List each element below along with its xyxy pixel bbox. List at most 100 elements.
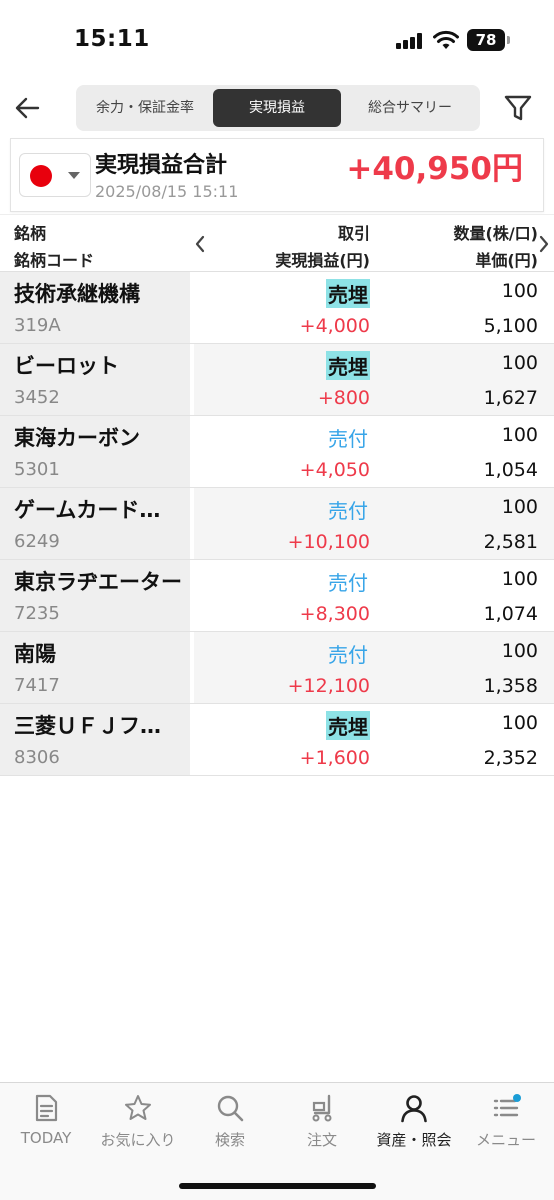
- tab-label: お気に入り: [100, 1131, 176, 1149]
- trade-type: 売埋: [326, 711, 370, 740]
- unit-price: 1,627: [483, 387, 538, 409]
- quantity: 100: [501, 712, 538, 734]
- star-icon: [125, 1095, 151, 1120]
- stock-code: 8306: [14, 747, 60, 768]
- name-cell: ゲームカード… 6249: [0, 488, 190, 559]
- header-code: 銘柄コード: [14, 251, 95, 270]
- unit-price: 1,074: [483, 603, 538, 625]
- tab-realized-pnl[interactable]: 実現損益: [213, 89, 341, 127]
- stock-name: ビーロット: [14, 354, 119, 378]
- summary-total: +40,950円: [346, 151, 523, 187]
- tab-assets[interactable]: 資産・照会: [368, 1093, 460, 1159]
- realized-pnl: +4,000: [299, 315, 370, 337]
- caret-down-icon: [68, 172, 80, 179]
- battery-icon: 78: [467, 29, 505, 51]
- header-trade: 取引: [337, 224, 370, 243]
- realized-pnl: +800: [317, 387, 370, 409]
- document-icon: [35, 1094, 58, 1122]
- header-qty: 数量(株/口): [453, 224, 538, 243]
- stock-name: 三菱ＵＦＪフ…: [14, 714, 161, 738]
- home-indicator: [179, 1183, 376, 1189]
- battery-tip: [507, 36, 510, 44]
- tab-summary[interactable]: 総合サマリー: [344, 89, 476, 127]
- tab-label: 資産・照会: [376, 1131, 452, 1149]
- summary-title: 実現損益合計: [95, 153, 228, 178]
- table-row[interactable]: 三菱ＵＦＪフ… 8306 売埋 +1,600 100 2,352: [0, 704, 554, 776]
- tab-menu[interactable]: メニュー: [460, 1093, 552, 1159]
- tab-favorites[interactable]: お気に入り: [92, 1093, 184, 1159]
- stock-code: 3452: [14, 387, 60, 408]
- quantity: 100: [501, 352, 538, 374]
- trade-type: 売付: [328, 427, 368, 451]
- tab-margin-rate[interactable]: 余力・保証金率: [80, 89, 210, 127]
- table-row[interactable]: 技術承継機構 319A 売埋 +4,000 100 5,100: [0, 272, 554, 344]
- table-row[interactable]: ゲームカード… 6249 売付 +10,100 100 2,581: [0, 488, 554, 560]
- name-cell: 東京ラヂエーター 7235: [0, 560, 190, 631]
- filter-icon[interactable]: [502, 92, 534, 124]
- header-pnl: 実現損益(円): [275, 251, 370, 270]
- stock-code: 6249: [14, 531, 60, 552]
- status-bar: 15:11 78: [0, 0, 554, 80]
- unit-price: 1,054: [483, 459, 538, 481]
- signal-icon: [396, 33, 426, 49]
- trade-type: 売付: [328, 499, 368, 523]
- trade-type: 売付: [328, 643, 368, 667]
- chevron-right-icon[interactable]: [538, 235, 550, 253]
- tab-search[interactable]: 検索: [184, 1093, 276, 1159]
- cart-icon: [312, 1094, 332, 1122]
- segmented-control: 余力・保証金率 実現損益 総合サマリー: [76, 85, 480, 131]
- header-name: 銘柄: [14, 224, 47, 243]
- table-row[interactable]: 東京ラヂエーター 7235 売付 +8,300 100 1,074: [0, 560, 554, 632]
- chevron-left-icon[interactable]: [194, 235, 206, 253]
- tab-label: TODAY: [20, 1129, 72, 1147]
- name-cell: 東海カーボン 5301: [0, 416, 190, 487]
- summary-date: 2025/08/15 15:11: [95, 182, 239, 201]
- wifi-icon: [433, 30, 459, 49]
- quantity: 100: [501, 568, 538, 590]
- realized-pnl: +8,300: [299, 603, 370, 625]
- quantity: 100: [501, 280, 538, 302]
- tab-label: 検索: [214, 1131, 245, 1149]
- realized-pnl: +1,600: [299, 747, 370, 769]
- stock-name: 東海カーボン: [14, 426, 140, 450]
- status-time: 15:11: [74, 26, 150, 52]
- trade-type: 売埋: [326, 279, 370, 308]
- table-row[interactable]: 南陽 7417 売付 +12,100 100 1,358: [0, 632, 554, 704]
- person-icon: [401, 1095, 427, 1123]
- name-cell: 技術承継機構 319A: [0, 272, 190, 343]
- unit-price: 2,581: [483, 531, 538, 553]
- table-header: 銘柄 銘柄コード 取引 実現損益(円) 数量(株/口) 単価(円): [0, 214, 554, 272]
- stock-code: 5301: [14, 459, 60, 480]
- menu-icon: [493, 1094, 521, 1117]
- trade-type: 売埋: [326, 351, 370, 380]
- quantity: 100: [501, 640, 538, 662]
- market-selector[interactable]: [19, 153, 91, 197]
- quantity: 100: [501, 496, 538, 518]
- stock-name: ゲームカード…: [14, 498, 161, 522]
- name-cell: ビーロット 3452: [0, 344, 190, 415]
- quantity: 100: [501, 424, 538, 446]
- tab-today[interactable]: TODAY: [0, 1093, 92, 1159]
- unit-price: 1,358: [483, 675, 538, 697]
- name-cell: 三菱ＵＦＪフ… 8306: [0, 704, 190, 775]
- summary-card: 実現損益合計 2025/08/15 15:11 +40,950円: [10, 138, 544, 212]
- realized-pnl: +4,050: [299, 459, 370, 481]
- japan-flag-icon: [30, 165, 52, 187]
- tab-label: 注文: [306, 1131, 337, 1149]
- stock-code: 319A: [14, 315, 61, 336]
- realized-pnl: +10,100: [287, 531, 370, 553]
- table-row[interactable]: 東海カーボン 5301 売付 +4,050 100 1,054: [0, 416, 554, 488]
- table-row[interactable]: ビーロット 3452 売埋 +800 100 1,627: [0, 344, 554, 416]
- tab-order[interactable]: 注文: [276, 1093, 368, 1159]
- search-icon: [217, 1095, 244, 1122]
- pnl-table: 技術承継機構 319A 売埋 +4,000 100 5,100 ビーロット 34…: [0, 272, 554, 776]
- stock-name: 技術承継機構: [14, 282, 140, 306]
- unit-price: 5,100: [483, 315, 538, 337]
- name-cell: 南陽 7417: [0, 632, 190, 703]
- unit-price: 2,352: [483, 747, 538, 769]
- back-arrow-icon[interactable]: [12, 92, 44, 124]
- header: 余力・保証金率 実現損益 総合サマリー: [0, 84, 554, 132]
- tab-label: メニュー: [475, 1131, 536, 1149]
- stock-code: 7235: [14, 603, 60, 624]
- header-price: 単価(円): [475, 251, 538, 270]
